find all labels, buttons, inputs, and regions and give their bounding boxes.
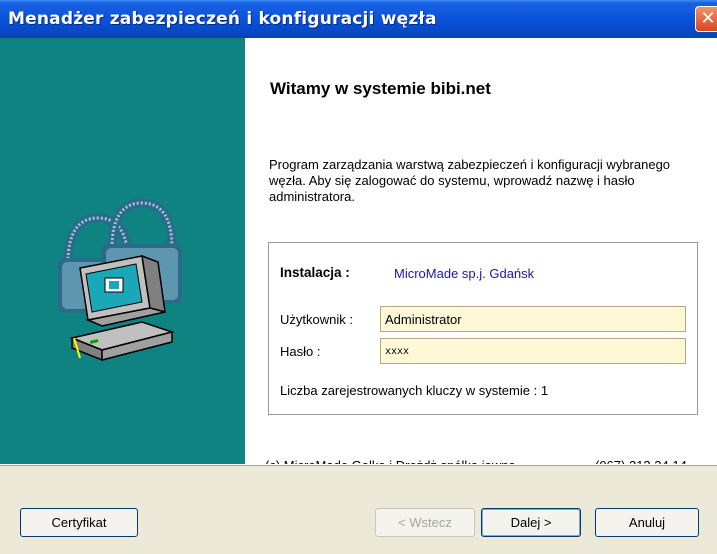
computer-icon — [69, 254, 175, 362]
intro-text: Program zarządzania warstwą zabezpieczeń… — [269, 157, 671, 204]
window-title: Menadżer zabezpieczeń i konfiguracji węz… — [8, 9, 437, 29]
user-input[interactable] — [380, 306, 686, 332]
computer-lock-icon — [58, 198, 182, 362]
certificate-button[interactable]: Certyfikat — [20, 508, 138, 537]
side-banner — [0, 38, 245, 464]
password-label: Hasło : — [280, 344, 321, 359]
keys-count-text: Liczba zarejestrowanych kluczy w systemi… — [280, 383, 549, 398]
page-title: Witamy w systemie bibi.net — [270, 79, 491, 98]
installation-value: MicroMade sp.j. Gdańsk — [394, 266, 535, 281]
user-label: Użytkownik : — [280, 312, 353, 327]
title-bar[interactable]: Menadżer zabezpieczeń i konfiguracji węz… — [0, 0, 717, 38]
close-icon: ✕ — [700, 8, 716, 29]
password-input[interactable] — [380, 338, 686, 364]
login-group: Instalacja : MicroMade sp.j. Gdańsk Użyt… — [268, 242, 699, 416]
wizard-window: Menadżer zabezpieczeń i konfiguracji węz… — [0, 0, 717, 554]
back-button[interactable]: < Wstecz — [375, 508, 475, 537]
cancel-button[interactable]: Anuluj — [595, 508, 699, 537]
installation-label: Instalacja : — [280, 265, 350, 280]
content-panel: Witamy w systemie bibi.net Program zarzą… — [245, 38, 717, 473]
close-button[interactable]: ✕ — [695, 6, 717, 32]
next-button[interactable]: Dalej > — [481, 508, 581, 537]
button-bar: Certyfikat < Wstecz Dalej > Anuluj — [0, 464, 717, 554]
